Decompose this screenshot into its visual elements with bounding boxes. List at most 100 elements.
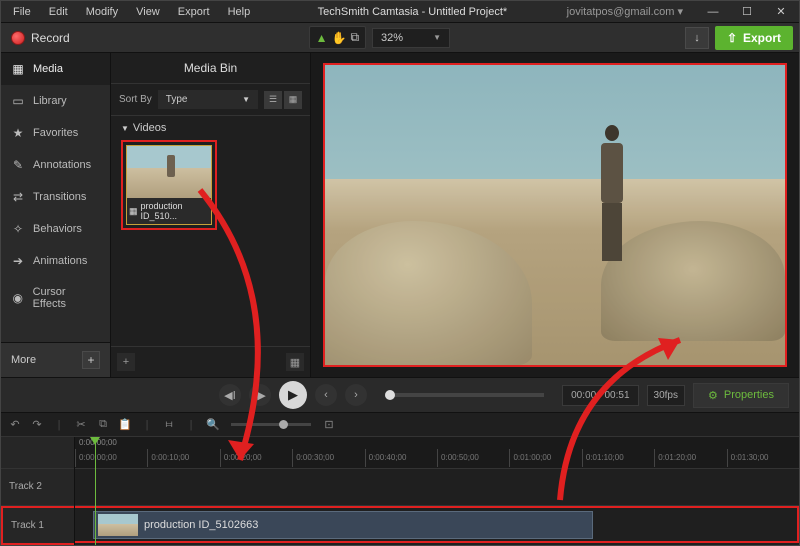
zoom-out-button[interactable]: 🔍 — [205, 418, 221, 431]
menu-modify[interactable]: Modify — [78, 3, 126, 21]
main-toolbar: Record ▲ ✋ ⧉ 32% ▼ ↓ ⇧ Export — [1, 23, 799, 53]
ruler-tick: 0:01:00;00 — [509, 449, 581, 467]
sidebar-item-annotations[interactable]: ✎ Annotations — [1, 149, 110, 181]
track-label-2[interactable]: Track 2 — [1, 469, 74, 506]
paste-button[interactable]: 📋 — [117, 418, 133, 431]
tracks-area[interactable]: 0:00:00;00 0:00:00;00 0:00:10;00 0:00:20… — [75, 437, 799, 545]
media-clip[interactable]: ▦ production ID_510... — [126, 145, 212, 225]
close-button[interactable]: ✕ — [767, 3, 795, 21]
sidebar-label: Annotations — [33, 159, 91, 171]
play-button[interactable]: ▶ — [279, 381, 307, 409]
more-button[interactable]: More — [11, 354, 36, 366]
preview-frame — [325, 65, 785, 365]
copy-button[interactable]: ⧉ — [95, 418, 111, 431]
undo-button[interactable]: ↶ — [7, 418, 23, 431]
account-menu[interactable]: jovitatpos@gmail.com ▾ — [567, 5, 683, 18]
cursor-icon: ◉ — [11, 291, 25, 305]
zoom-dropdown[interactable]: 32% ▼ — [372, 28, 450, 48]
redo-button[interactable]: ↷ — [29, 418, 45, 431]
star-icon: ★ — [11, 126, 25, 140]
scrubber-handle[interactable] — [385, 390, 395, 400]
ruler-tick: 0:00:20;00 — [220, 449, 292, 467]
record-icon — [11, 31, 25, 45]
view-list-button[interactable]: ☰ — [264, 91, 282, 109]
menu-file[interactable]: File — [5, 3, 39, 21]
sidebar-label: Favorites — [33, 127, 78, 139]
next-clip-button[interactable]: › — [345, 384, 367, 406]
sidebar-label: Library — [33, 95, 67, 107]
behaviors-icon: ✧ — [11, 222, 25, 236]
timeline-zoom-slider[interactable] — [231, 423, 311, 426]
timeline-body: Track 2 Track 1 0:00:00;00 0:00:00;00 0:… — [1, 437, 799, 545]
sidebar-item-transitions[interactable]: ⇄ Transitions — [1, 181, 110, 213]
main-area: ▦ Media ▭ Library ★ Favorites ✎ Annotati… — [1, 53, 799, 377]
ruler-tick: 0:01:30;00 — [727, 449, 799, 467]
cut-button[interactable]: ✂ — [73, 418, 89, 431]
ruler-tick: 0:00:30;00 — [292, 449, 364, 467]
preview-canvas[interactable] — [323, 63, 787, 367]
add-media-button[interactable]: + — [117, 353, 135, 371]
record-button[interactable]: Record — [7, 29, 74, 47]
clip-mini-thumb — [98, 514, 138, 536]
annotation-highlight: ▦ production ID_510... — [121, 140, 217, 230]
title-bar: File Edit Modify View Export Help TechSm… — [1, 1, 799, 23]
videos-section: ▼ Videos ▦ production ID_510... — [111, 116, 310, 236]
timeline-clip-name: production ID_5102663 — [144, 519, 258, 531]
minimize-button[interactable]: — — [699, 3, 727, 21]
grid-view-button[interactable]: ▦ — [286, 353, 304, 371]
record-label: Record — [31, 31, 70, 45]
properties-button[interactable]: ⚙ Properties — [693, 383, 789, 408]
timeline-clip[interactable]: production ID_5102663 — [93, 511, 593, 539]
clip-name: production ID_510... — [141, 201, 209, 221]
crop-tool-icon[interactable]: ⧉ — [350, 30, 359, 45]
sidebar-item-favorites[interactable]: ★ Favorites — [1, 117, 110, 149]
menu-view[interactable]: View — [128, 3, 168, 21]
zoom-slider-handle[interactable] — [279, 420, 288, 429]
menu-export[interactable]: Export — [170, 3, 218, 21]
sort-dropdown[interactable]: Type ▼ — [158, 90, 258, 109]
media-bin-footer: + ▦ — [111, 346, 310, 377]
time-ruler[interactable]: 0:00:00;00 0:00:00;00 0:00:10;00 0:00:20… — [75, 437, 799, 469]
maximize-button[interactable]: ☐ — [733, 3, 761, 21]
export-button[interactable]: ⇧ Export — [715, 26, 793, 50]
sidebar-item-cursor-effects[interactable]: ◉ Cursor Effects — [1, 277, 110, 319]
fps-display[interactable]: 30fps — [647, 385, 685, 406]
video-icon: ▦ — [129, 206, 138, 217]
ruler-tick: 0:00:10;00 — [147, 449, 219, 467]
sidebar-more: More + — [1, 342, 110, 377]
split-button[interactable]: ⧦ — [161, 418, 177, 431]
clip-thumbnail — [127, 146, 211, 198]
ruler-tick: 0:00:50;00 — [437, 449, 509, 467]
chevron-down-icon: ▼ — [242, 95, 250, 104]
playhead[interactable] — [95, 437, 96, 545]
playback-scrubber[interactable] — [385, 393, 544, 397]
chevron-down-icon: ▼ — [121, 124, 129, 133]
gear-icon: ⚙ — [708, 389, 718, 402]
videos-group-label[interactable]: ▼ Videos — [121, 122, 300, 134]
hand-tool-icon[interactable]: ✋ — [332, 31, 347, 45]
download-button[interactable]: ↓ — [685, 27, 709, 49]
canvas-tools: ▲ ✋ ⧉ — [309, 26, 366, 49]
pointer-tool-icon[interactable]: ▲ — [316, 31, 328, 45]
track-1-row[interactable]: production ID_5102663 — [75, 506, 799, 543]
ruler-tick: 0:00:40;00 — [365, 449, 437, 467]
prev-clip-button[interactable]: ‹ — [315, 384, 337, 406]
step-back-button[interactable]: Ⅰ▶ — [249, 384, 271, 406]
menu-help[interactable]: Help — [220, 3, 259, 21]
sidebar-item-animations[interactable]: ➔ Animations — [1, 245, 110, 277]
track-labels: Track 2 Track 1 — [1, 437, 75, 545]
library-icon: ▭ — [11, 94, 25, 108]
view-grid-button[interactable]: ▦ — [284, 91, 302, 109]
sidebar-item-behaviors[interactable]: ✧ Behaviors — [1, 213, 110, 245]
add-tab-button[interactable]: + — [82, 351, 100, 369]
left-sidebar: ▦ Media ▭ Library ★ Favorites ✎ Annotati… — [1, 53, 111, 377]
track-2-row[interactable] — [75, 469, 799, 506]
menu-edit[interactable]: Edit — [41, 3, 76, 21]
title-right: jovitatpos@gmail.com ▾ — ☐ ✕ — [567, 3, 795, 21]
sidebar-item-library[interactable]: ▭ Library — [1, 85, 110, 117]
prev-frame-button[interactable]: ◀Ⅰ — [219, 384, 241, 406]
sidebar-item-media[interactable]: ▦ Media — [1, 53, 110, 85]
sort-value: Type — [166, 94, 188, 105]
track-label-1[interactable]: Track 1 — [1, 506, 74, 546]
zoom-fit-button[interactable]: ⊡ — [321, 418, 337, 431]
